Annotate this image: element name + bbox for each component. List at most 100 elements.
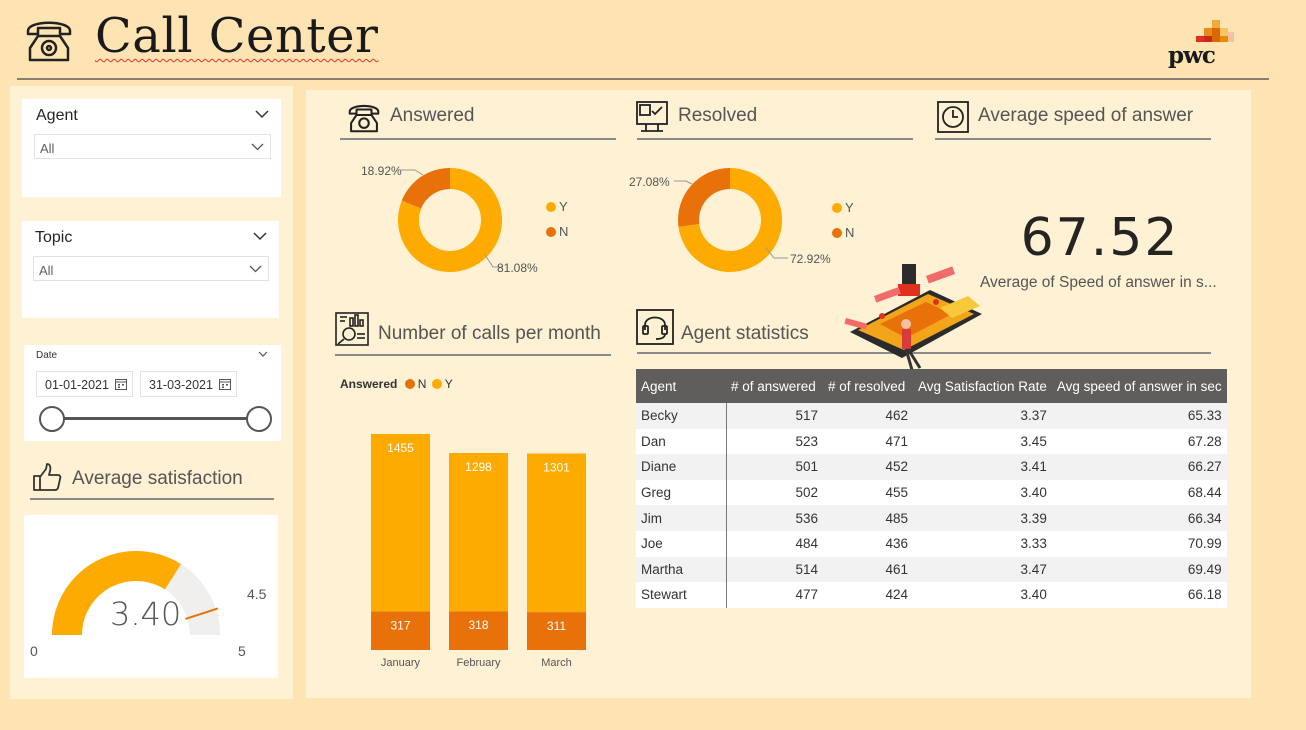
agent-stats-table: Agent # of answered # of resolved Avg Satis… xyxy=(636,369,1227,608)
x-tick-label: March xyxy=(541,657,572,669)
table-cell: 66.34 xyxy=(1051,505,1227,531)
date-range-track xyxy=(52,417,260,420)
calls-chart-legend: Answered N Y xyxy=(340,377,453,391)
data-label: 1455 xyxy=(387,441,414,455)
section-divider xyxy=(935,138,1211,140)
table-cell: 3.45 xyxy=(913,428,1052,455)
table-row[interactable]: Becky 517 462 3.37 65.33 xyxy=(636,403,1227,429)
gauge-max-label: 5 xyxy=(238,643,246,659)
table-row[interactable]: Diane 501 452 3.41 66.27 xyxy=(636,454,1227,480)
topic-dropdown[interactable]: All xyxy=(33,256,269,281)
agent-slicer: Agent All xyxy=(22,99,281,197)
table-cell: 65.33 xyxy=(1051,403,1227,429)
calendar-icon xyxy=(219,379,231,390)
end-date-input[interactable]: 31-03-2021 xyxy=(140,371,237,397)
resolved-legend-y: Y xyxy=(832,200,854,215)
legend-title: Answered xyxy=(340,377,398,391)
resolved-n-percent: 27.08% xyxy=(629,175,670,189)
table-row[interactable]: Joe 484 436 3.33 70.99 xyxy=(636,530,1227,557)
date-range-start-handle[interactable] xyxy=(39,406,65,432)
monitor-check-icon xyxy=(636,101,668,132)
data-label: 1301 xyxy=(543,461,570,475)
pwc-logo: pwc xyxy=(1166,18,1238,74)
section-divider xyxy=(335,354,611,356)
table-cell: 514 xyxy=(726,556,823,583)
x-tick-label: February xyxy=(456,657,501,669)
x-tick-label: January xyxy=(381,657,421,669)
agent-dropdown[interactable]: All xyxy=(34,134,271,159)
table-row[interactable]: Stewart 477 424 3.40 66.18 xyxy=(636,582,1227,608)
header-divider xyxy=(17,78,1269,80)
legend-n: N xyxy=(417,377,427,391)
calendar-icon xyxy=(115,379,127,390)
table-cell: 517 xyxy=(726,403,823,429)
speed-kpi-value: 67.52 xyxy=(1020,208,1180,268)
answered-y-percent: 81.08% xyxy=(497,261,538,275)
data-label: 318 xyxy=(468,618,488,632)
chevron-down-icon[interactable] xyxy=(253,231,267,241)
start-date-input[interactable]: 01-01-2021 xyxy=(36,371,133,397)
chevron-down-icon[interactable] xyxy=(255,109,269,119)
calls-chart-title: Number of calls per month xyxy=(378,323,601,344)
section-divider xyxy=(340,138,616,140)
chevron-down-icon[interactable] xyxy=(258,351,268,358)
table-cell: 3.41 xyxy=(913,454,1052,480)
date-range-end-handle[interactable] xyxy=(246,406,272,432)
table-cell: 3.40 xyxy=(913,582,1052,608)
column-header[interactable]: Avg speed of answer in sec xyxy=(1051,369,1227,403)
table-cell: 523 xyxy=(726,428,823,455)
table-cell: 424 xyxy=(823,582,913,608)
table-row[interactable]: Greg 502 455 3.40 68.44 xyxy=(636,479,1227,506)
table-row[interactable]: Martha 514 461 3.47 69.49 xyxy=(636,556,1227,583)
table-cell: 436 xyxy=(823,530,913,557)
bar-y-march[interactable] xyxy=(527,453,586,613)
resolved-legend-n: N xyxy=(832,225,854,240)
table-cell: 462 xyxy=(823,403,913,429)
column-header[interactable]: # of resolved xyxy=(823,369,913,403)
thumbs-up-icon xyxy=(33,463,62,491)
bar-y-january[interactable] xyxy=(371,434,430,612)
table-row[interactable]: Jim 536 485 3.39 66.34 xyxy=(636,505,1227,531)
speed-title: Average speed of answer xyxy=(978,105,1194,126)
chevron-down-icon xyxy=(249,265,262,273)
table-cell: 3.33 xyxy=(913,530,1052,557)
call-center-illustration xyxy=(844,264,982,371)
speed-kpi-caption: Average of Speed of answer in s... xyxy=(980,274,1217,291)
table-cell: Greg xyxy=(636,479,727,506)
table-cell: Martha xyxy=(636,556,727,583)
table-row[interactable]: Dan 523 471 3.45 67.28 xyxy=(636,428,1227,455)
table-cell: 477 xyxy=(726,582,823,608)
table-cell: Diane xyxy=(636,454,727,480)
answered-title: Answered xyxy=(390,105,475,126)
data-label: 317 xyxy=(390,618,410,632)
agent-stats-title: Agent statistics xyxy=(681,323,809,344)
column-header[interactable]: Agent xyxy=(636,369,726,403)
chart-analysis-icon xyxy=(335,312,369,346)
headset-icon xyxy=(636,309,674,345)
table-cell: 67.28 xyxy=(1051,428,1227,455)
answered-legend-y: Y xyxy=(546,199,568,214)
bar-y-february[interactable] xyxy=(449,453,508,612)
column-header[interactable]: # of answered xyxy=(726,369,823,403)
resolved-title: Resolved xyxy=(678,105,758,126)
table-cell: Joe xyxy=(636,530,727,557)
topic-slicer-label: Topic xyxy=(35,229,73,246)
telephone-icon xyxy=(26,21,72,62)
page-title: Call Center xyxy=(95,8,379,64)
table-cell: 3.37 xyxy=(913,403,1052,429)
gauge-value: 3.40 xyxy=(110,595,182,633)
table-cell: Jim xyxy=(636,505,727,531)
table-cell: Stewart xyxy=(636,582,727,608)
table-cell: 484 xyxy=(726,530,823,557)
table-cell: 3.47 xyxy=(913,556,1052,583)
gauge-target-label: 4.5 xyxy=(247,586,267,602)
table-cell: 452 xyxy=(823,454,913,480)
answered-n-percent: 18.92% xyxy=(361,164,402,178)
table-cell: 69.49 xyxy=(1051,556,1227,583)
table-cell: 68.44 xyxy=(1051,479,1227,506)
topic-slicer: Topic All xyxy=(22,221,279,318)
clock-icon xyxy=(937,101,969,133)
table-cell: 471 xyxy=(823,428,913,455)
column-header[interactable]: Avg Satisfaction Rate xyxy=(913,369,1052,403)
section-divider xyxy=(30,498,274,500)
